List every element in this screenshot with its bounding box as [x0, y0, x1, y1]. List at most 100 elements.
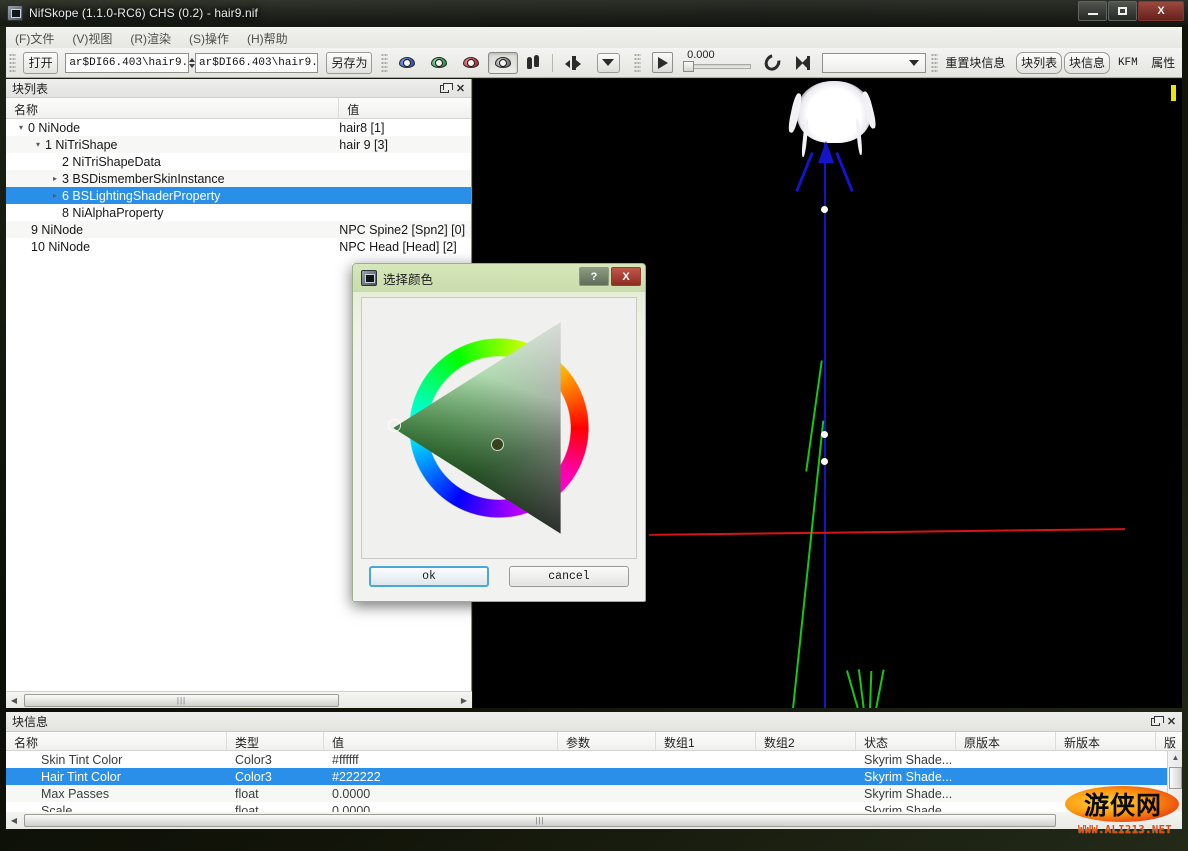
tab-properties[interactable]: 属性 — [1146, 52, 1181, 74]
cancel-button[interactable]: cancel — [509, 566, 629, 587]
table-row[interactable]: Skin Tint Color Color3 #ffffff Skyrim Sh… — [6, 751, 1182, 768]
scroll-right-icon[interactable]: ▶ — [456, 696, 472, 705]
tab-kfm[interactable]: KFM — [1112, 52, 1144, 74]
eye-grey-icon[interactable] — [488, 52, 518, 74]
mesh-strand — [846, 670, 859, 708]
close-icon[interactable]: ✕ — [454, 82, 467, 95]
reset-block-details-button[interactable]: 重置块信息 — [942, 52, 1009, 74]
blockdetails-dock: 块信息 ✕ 名称 类型 值 参数 数组1 数组2 状态 原版本 新版本 版 Sk… — [6, 712, 1182, 829]
animation-select[interactable] — [822, 53, 926, 73]
blockdetails-header: 名称 类型 值 参数 数组1 数组2 状态 原版本 新版本 版 — [6, 731, 1182, 751]
menu-spells[interactable]: (S)操作 — [180, 28, 238, 49]
close-icon[interactable]: ✕ — [1165, 715, 1178, 728]
details-col-since-version[interactable]: 原版本 — [956, 732, 1056, 751]
details-col-until-version[interactable]: 新版本 — [1056, 732, 1156, 751]
loop-icon[interactable] — [758, 52, 787, 74]
blocklist-horizontal-scrollbar[interactable]: ◀ ||| ▶ — [6, 691, 472, 708]
details-col-argument[interactable]: 参数 — [558, 732, 656, 751]
dialog-close-button[interactable]: X — [611, 267, 641, 286]
mesh-strand — [858, 669, 865, 708]
twisty-expanded-icon[interactable]: ▾ — [31, 140, 45, 149]
table-row[interactable]: 9 NiNode NPC Spine2 [Spn2] [0] — [6, 221, 471, 238]
scroll-left-icon[interactable]: ◀ — [6, 816, 22, 825]
close-icon: X — [622, 271, 629, 283]
table-row-selected[interactable]: Hair Tint Color Color3 #222222 Skyrim Sh… — [6, 768, 1182, 785]
blocklist-col-value[interactable]: 值 — [339, 98, 471, 119]
menu-help[interactable]: (H)帮助 — [238, 28, 297, 49]
blocklist-row-value: NPC Spine2 [Spn2] [0] — [339, 223, 471, 237]
close-icon: X — [1157, 5, 1164, 17]
scrollbar-thumb[interactable] — [1169, 767, 1182, 789]
eye-green-icon[interactable] — [424, 52, 454, 74]
table-row[interactable]: 2 NiTriShapeData — [6, 153, 471, 170]
details-col-array2[interactable]: 数组2 — [756, 732, 856, 751]
axis-z-arrow — [818, 141, 834, 163]
scrollbar-thumb[interactable]: ||| — [24, 694, 339, 707]
details-col-condition[interactable]: 状态 — [856, 732, 956, 751]
step-to-end-icon[interactable] — [789, 52, 817, 74]
maximize-button[interactable] — [1108, 1, 1137, 21]
details-horizontal-scrollbar[interactable]: ◀ ||| — [6, 812, 1182, 829]
gizmo-node-dot[interactable] — [821, 206, 828, 213]
twisty-collapsed-icon[interactable]: ▸ — [48, 174, 62, 183]
gizmo-node-dot[interactable] — [821, 431, 828, 438]
open-button[interactable]: 打开 — [23, 52, 58, 74]
minimize-button[interactable] — [1078, 1, 1107, 21]
details-col-name[interactable]: 名称 — [6, 732, 227, 751]
close-button[interactable]: X — [1138, 1, 1184, 21]
dropdown-icon[interactable] — [590, 52, 627, 74]
table-row[interactable]: ▸ 3 BSDismemberSkinInstance — [6, 170, 471, 187]
tab-blockdetails[interactable]: 块信息 — [1064, 52, 1110, 74]
details-col-version-condition[interactable]: 版 — [1156, 732, 1182, 751]
menu-view[interactable]: (V)视图 — [63, 28, 121, 49]
save-as-button[interactable]: 另存为 — [326, 52, 372, 74]
toolbar-grip-3[interactable] — [634, 53, 641, 73]
ok-button[interactable]: ok — [369, 566, 489, 587]
menu-file[interactable]: (F)文件 — [6, 28, 63, 49]
color-dialog-title: 选择颜色 — [383, 269, 433, 288]
table-row[interactable]: 8 NiAlphaProperty — [6, 204, 471, 221]
details-col-array1[interactable]: 数组1 — [656, 732, 756, 751]
color-wheel-area[interactable] — [361, 297, 637, 559]
gizmo-origin-dot[interactable] — [821, 458, 828, 465]
help-button[interactable]: ? — [579, 267, 609, 286]
undock-icon[interactable] — [438, 82, 451, 95]
toolbar-grip-2[interactable] — [381, 53, 388, 73]
blocklist-row-name: 6 BSLightingShaderProperty — [62, 189, 220, 203]
twisty-collapsed-icon[interactable]: ▸ — [48, 191, 62, 200]
blocklist-col-name[interactable]: 名称 — [6, 98, 339, 119]
play-icon[interactable] — [645, 52, 680, 74]
color-selector-marker[interactable] — [491, 438, 504, 451]
menu-render[interactable]: (R)渲染 — [121, 28, 180, 49]
hue-marker[interactable] — [388, 419, 401, 432]
eye-blue-icon[interactable] — [392, 52, 422, 74]
input-path-field[interactable]: ar$DI66.403\hair9.nif — [65, 53, 188, 73]
details-cell-name: Max Passes — [33, 787, 227, 801]
output-path-field[interactable]: ar$DI66.403\hair9.nif — [195, 53, 318, 73]
viewport-vertical-scrollbar[interactable] — [1167, 79, 1182, 708]
scroll-up-icon[interactable]: ▲ — [1168, 751, 1182, 764]
table-row-selected[interactable]: ▸ 6 BSLightingShaderProperty — [6, 187, 471, 204]
eye-red-icon[interactable] — [456, 52, 486, 74]
table-row[interactable]: 10 NiNode NPC Head [Head] [2] — [6, 238, 471, 255]
scrollbar-thumb[interactable]: ||| — [24, 814, 1056, 827]
animation-time-slider[interactable]: 0.000 — [683, 51, 743, 75]
details-col-type[interactable]: 类型 — [227, 732, 324, 751]
window-title: NifSkope (1.1.0-RC6) CHS (0.2) - hair9.n… — [29, 6, 258, 20]
scroll-left-icon[interactable]: ◀ — [6, 696, 22, 705]
blockdetails-table[interactable]: Skin Tint Color Color3 #ffffff Skyrim Sh… — [6, 751, 1182, 821]
details-cell-name: Skin Tint Color — [33, 753, 227, 767]
table-row[interactable]: ▾ 0 NiNode hair8 [1] — [6, 119, 471, 136]
twisty-expanded-icon[interactable]: ▾ — [14, 123, 28, 132]
toolbar-grip-4[interactable] — [931, 53, 938, 73]
footprint-icon[interactable] — [520, 52, 546, 74]
details-col-value[interactable]: 值 — [324, 732, 558, 751]
blocklist-row-name: 3 BSDismemberSkinInstance — [62, 172, 225, 186]
details-vertical-scrollbar[interactable]: ▲ ▼ — [1167, 751, 1182, 821]
table-row[interactable]: Max Passes float 0.0000 Skyrim Shade... — [6, 785, 1182, 802]
table-row[interactable]: ▾ 1 NiTriShape hair 9 [3] — [6, 136, 471, 153]
move-axis-icon[interactable] — [558, 52, 588, 74]
tab-blocklist[interactable]: 块列表 — [1016, 52, 1062, 74]
undock-icon[interactable] — [1149, 715, 1162, 728]
toolbar-grip[interactable] — [9, 53, 16, 73]
